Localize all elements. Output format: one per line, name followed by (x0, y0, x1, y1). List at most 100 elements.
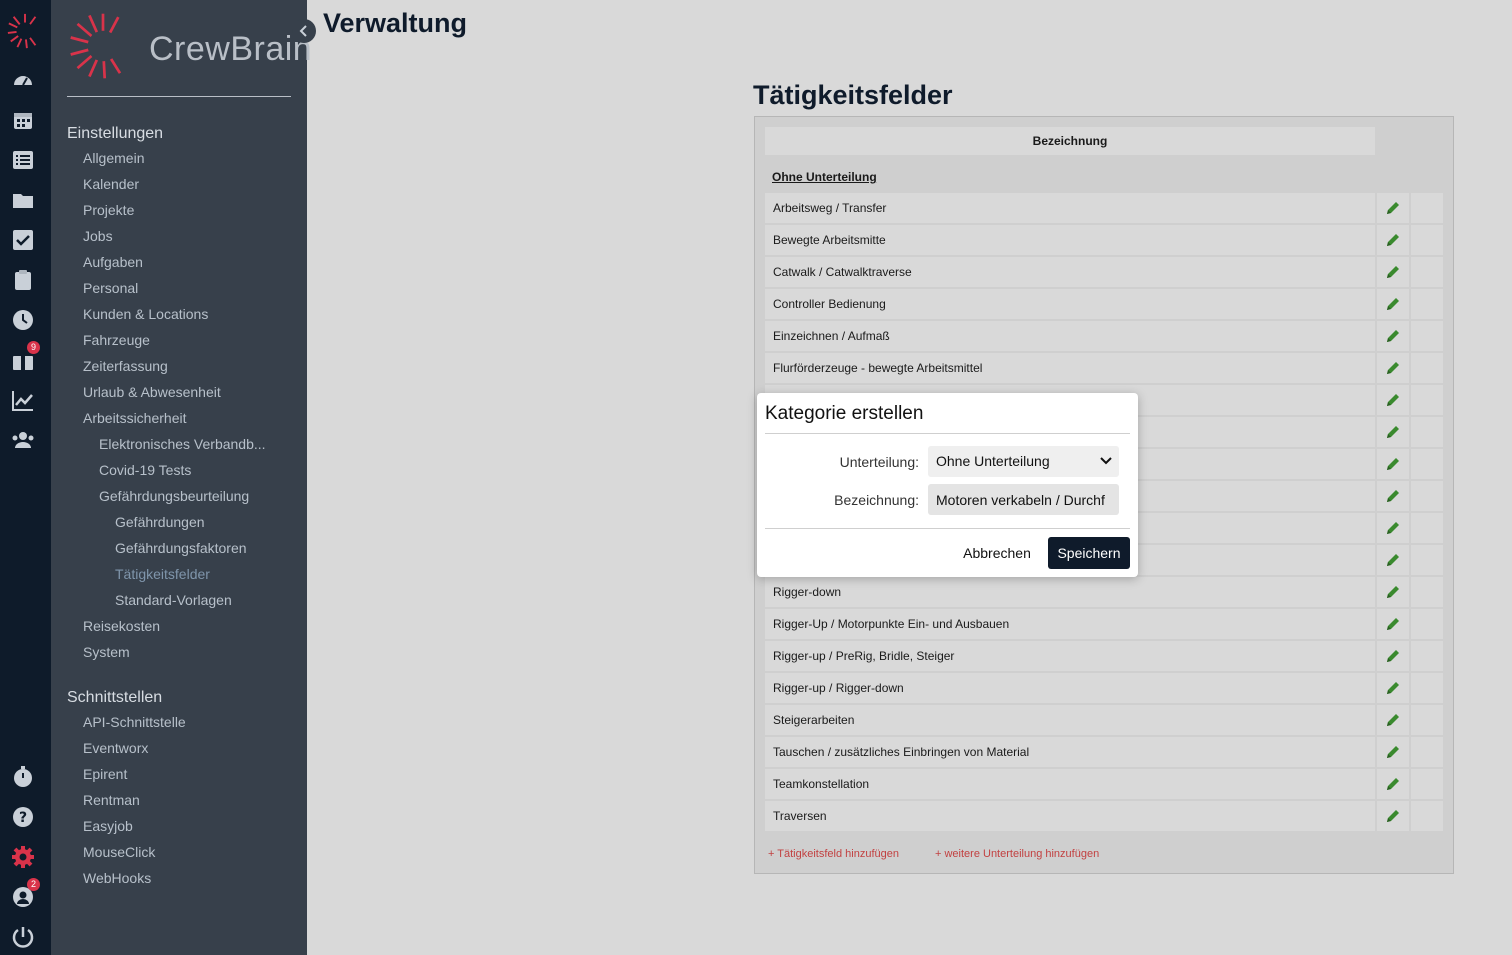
sidebar-item-kalender[interactable]: Kalender (83, 176, 139, 192)
sidebar-item-fahrzeuge[interactable]: Fahrzeuge (83, 332, 150, 348)
sidebar-item-arbeitssicherheit[interactable]: Arbeitssicherheit (83, 410, 187, 426)
sidebar-item-projekte[interactable]: Projekte (83, 202, 134, 218)
edit-button[interactable] (1377, 385, 1409, 415)
settings-icon[interactable] (10, 844, 36, 870)
add-division-link[interactable]: + weitere Unterteilung hinzufügen (935, 848, 1099, 860)
sidebar-item-urlaub[interactable]: Urlaub & Abwesenheit (83, 384, 221, 400)
pencil-icon (1387, 586, 1399, 598)
group-heading: Ohne Unterteilung (772, 170, 877, 184)
sidebar-item-allgemein[interactable]: Allgemein (83, 150, 144, 166)
pencil-icon (1387, 266, 1399, 278)
table-cell (1411, 609, 1443, 639)
edit-button[interactable] (1377, 641, 1409, 671)
sidebar-item-verbandbuch[interactable]: Elektronisches Verbandb... (99, 436, 266, 452)
table-cell (1411, 705, 1443, 735)
divider (765, 528, 1130, 529)
edit-button[interactable] (1377, 449, 1409, 479)
sidebar-item-epirent[interactable]: Epirent (83, 766, 127, 782)
activity-name: Rigger-up / PreRig, Bridle, Steiger (765, 641, 1375, 671)
power-icon[interactable] (10, 924, 36, 950)
save-button[interactable]: Speichern (1048, 537, 1130, 569)
edit-button[interactable] (1377, 353, 1409, 383)
sidebar-item-jobs[interactable]: Jobs (83, 228, 113, 244)
pencil-icon (1387, 618, 1399, 630)
stopwatch-icon[interactable] (10, 764, 36, 790)
sidebar-item-taetigkeitsfelder[interactable]: Tätigkeitsfelder (115, 566, 210, 582)
table-cell (1411, 449, 1443, 479)
icon-rail: 9 ? 2 (0, 0, 51, 955)
activity-name: Rigger-down (765, 577, 1375, 607)
table-row: Traversen (765, 801, 1443, 831)
pencil-icon (1387, 554, 1399, 566)
sidebar-item-zeiterfassung[interactable]: Zeiterfassung (83, 358, 168, 374)
checkbox-icon[interactable] (10, 227, 36, 253)
table-cell (1411, 257, 1443, 287)
table-cell (1411, 673, 1443, 703)
sidebar-item-easyjob[interactable]: Easyjob (83, 818, 133, 834)
cancel-button[interactable]: Abbrechen (955, 538, 1039, 568)
add-activity-link[interactable]: + Tätigkeitsfeld hinzufügen (768, 848, 899, 860)
edit-button[interactable] (1377, 673, 1409, 703)
edit-button[interactable] (1377, 609, 1409, 639)
sidebar-item-gefaehrdungsbeurteilung[interactable]: Gefährdungsbeurteilung (99, 488, 249, 504)
sidebar-item-aufgaben[interactable]: Aufgaben (83, 254, 143, 270)
edit-button[interactable] (1377, 289, 1409, 319)
edit-button[interactable] (1377, 545, 1409, 575)
collapse-sidebar-button[interactable] (292, 19, 316, 43)
pencil-icon (1387, 458, 1399, 470)
pencil-icon (1387, 810, 1399, 822)
sidebar-item-personal[interactable]: Personal (83, 280, 138, 296)
activity-name: Steigerarbeiten (765, 705, 1375, 735)
sidebar-item-webhooks[interactable]: WebHooks (83, 870, 151, 886)
sidebar-item-reisekosten[interactable]: Reisekosten (83, 618, 160, 634)
pencil-icon (1387, 490, 1399, 502)
sidebar-item-standard-vorlagen[interactable]: Standard-Vorlagen (115, 592, 232, 608)
edit-button[interactable] (1377, 737, 1409, 767)
activity-name: Traversen (765, 801, 1375, 831)
edit-button[interactable] (1377, 769, 1409, 799)
brand-logo[interactable]: CrewBrain (69, 12, 312, 80)
edit-button[interactable] (1377, 481, 1409, 511)
clipboard-icon[interactable] (10, 267, 36, 293)
activity-name: Einzeichnen / Aufmaß (765, 321, 1375, 351)
pencil-icon (1387, 746, 1399, 758)
gift-icon[interactable]: 9 (10, 341, 40, 373)
sidebar-item-api[interactable]: API-Schnittstelle (83, 714, 186, 730)
user-icon[interactable]: 2 (10, 878, 40, 910)
division-select[interactable]: Ohne Unterteilung (928, 446, 1119, 477)
crewbrain-logo-icon[interactable] (6, 12, 44, 50)
edit-button[interactable] (1377, 801, 1409, 831)
edit-button[interactable] (1377, 577, 1409, 607)
folder-icon[interactable] (10, 187, 36, 213)
sidebar-item-kunden-locations[interactable]: Kunden & Locations (83, 306, 208, 322)
help-icon[interactable]: ? (10, 804, 36, 830)
list-icon[interactable] (10, 147, 36, 173)
edit-button[interactable] (1377, 321, 1409, 351)
users-icon[interactable] (10, 427, 36, 453)
sidebar: CrewBrain Einstellungen Allgemein Kalend… (51, 0, 312, 955)
sidebar-item-eventworx[interactable]: Eventworx (83, 740, 148, 756)
sidebar-item-gefaehrdungsfaktoren[interactable]: Gefährdungsfaktoren (115, 540, 247, 556)
chart-icon[interactable] (10, 387, 36, 413)
sidebar-item-gefaehrdungen[interactable]: Gefährdungen (115, 514, 205, 530)
edit-button[interactable] (1377, 417, 1409, 447)
calendar-icon[interactable] (10, 107, 36, 133)
table-cell (1411, 769, 1443, 799)
edit-button[interactable] (1377, 257, 1409, 287)
table-cell (1411, 641, 1443, 671)
dashboard-icon[interactable] (10, 67, 36, 93)
edit-button[interactable] (1377, 193, 1409, 223)
division-select-value: Ohne Unterteilung (936, 453, 1050, 469)
sidebar-item-mouseclick[interactable]: MouseClick (83, 844, 155, 860)
name-input[interactable] (928, 484, 1119, 515)
edit-button[interactable] (1377, 705, 1409, 735)
table-row: Rigger-up / PreRig, Bridle, Steiger (765, 641, 1443, 671)
pencil-icon (1387, 522, 1399, 534)
clock-icon[interactable] (10, 307, 36, 333)
table-row: Tauschen / zusätzliches Einbringen von M… (765, 737, 1443, 767)
sidebar-item-rentman[interactable]: Rentman (83, 792, 140, 808)
edit-button[interactable] (1377, 225, 1409, 255)
sidebar-item-system[interactable]: System (83, 644, 130, 660)
sidebar-item-covid-tests[interactable]: Covid-19 Tests (99, 462, 191, 478)
edit-button[interactable] (1377, 513, 1409, 543)
